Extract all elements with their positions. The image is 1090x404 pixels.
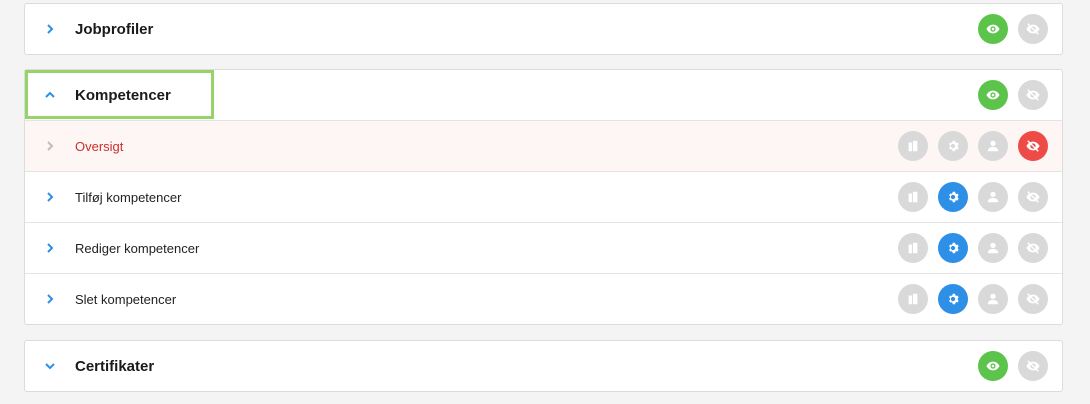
gear-icon[interactable]	[938, 182, 968, 212]
eye-slash-icon[interactable]	[1018, 182, 1048, 212]
list-item-label: Oversigt	[75, 138, 124, 154]
list-item-label: Slet kompetencer	[75, 291, 177, 307]
section-title: Kompetencer	[75, 86, 171, 104]
chevron-right-icon[interactable]	[43, 241, 57, 255]
section-title: Jobprofiler	[75, 20, 154, 38]
gear-icon[interactable]	[938, 131, 968, 161]
eye-slash-icon[interactable]	[1018, 131, 1048, 161]
section-header-jobprofiler[interactable]: Jobprofiler	[25, 4, 1062, 54]
gear-icon[interactable]	[938, 284, 968, 314]
chevron-up-icon[interactable]	[43, 88, 57, 102]
eye-slash-icon[interactable]	[1018, 284, 1048, 314]
chevron-down-icon[interactable]	[43, 359, 57, 373]
list-item-tilfoej-kompetencer[interactable]: Tilføj kompetencer	[25, 171, 1062, 222]
eye-slash-icon[interactable]	[1018, 80, 1048, 110]
list-item-label: Tilføj kompetencer	[75, 189, 182, 205]
chevron-right-icon[interactable]	[43, 190, 57, 204]
chevron-right-icon[interactable]	[43, 22, 57, 36]
user-icon[interactable]	[978, 131, 1008, 161]
user-icon[interactable]	[978, 182, 1008, 212]
eye-slash-icon[interactable]	[1018, 351, 1048, 381]
list-item-slet-kompetencer[interactable]: Slet kompetencer	[25, 273, 1062, 324]
user-icon[interactable]	[978, 284, 1008, 314]
chevron-right-icon[interactable]	[43, 139, 57, 153]
section-kompetencer: Kompetencer Oversigt Tilføj kompetencer …	[24, 69, 1063, 325]
list-item-label: Rediger kompetencer	[75, 240, 200, 256]
section-certifikater: Certifikater	[24, 340, 1063, 392]
chevron-right-icon[interactable]	[43, 292, 57, 306]
eye-icon[interactable]	[978, 351, 1008, 381]
section-title: Certifikater	[75, 357, 155, 375]
eye-slash-icon[interactable]	[1018, 14, 1048, 44]
list-item-rediger-kompetencer[interactable]: Rediger kompetencer	[25, 222, 1062, 273]
building-icon[interactable]	[898, 284, 928, 314]
gear-icon[interactable]	[938, 233, 968, 263]
building-icon[interactable]	[898, 182, 928, 212]
section-header-certifikater[interactable]: Certifikater	[25, 341, 1062, 391]
eye-slash-icon[interactable]	[1018, 233, 1048, 263]
eye-icon[interactable]	[978, 80, 1008, 110]
eye-icon[interactable]	[978, 14, 1008, 44]
building-icon[interactable]	[898, 131, 928, 161]
building-icon[interactable]	[898, 233, 928, 263]
user-icon[interactable]	[978, 233, 1008, 263]
list-item-oversigt[interactable]: Oversigt	[25, 120, 1062, 171]
section-header-kompetencer[interactable]: Kompetencer	[25, 70, 1062, 120]
section-jobprofiler: Jobprofiler	[24, 3, 1063, 55]
